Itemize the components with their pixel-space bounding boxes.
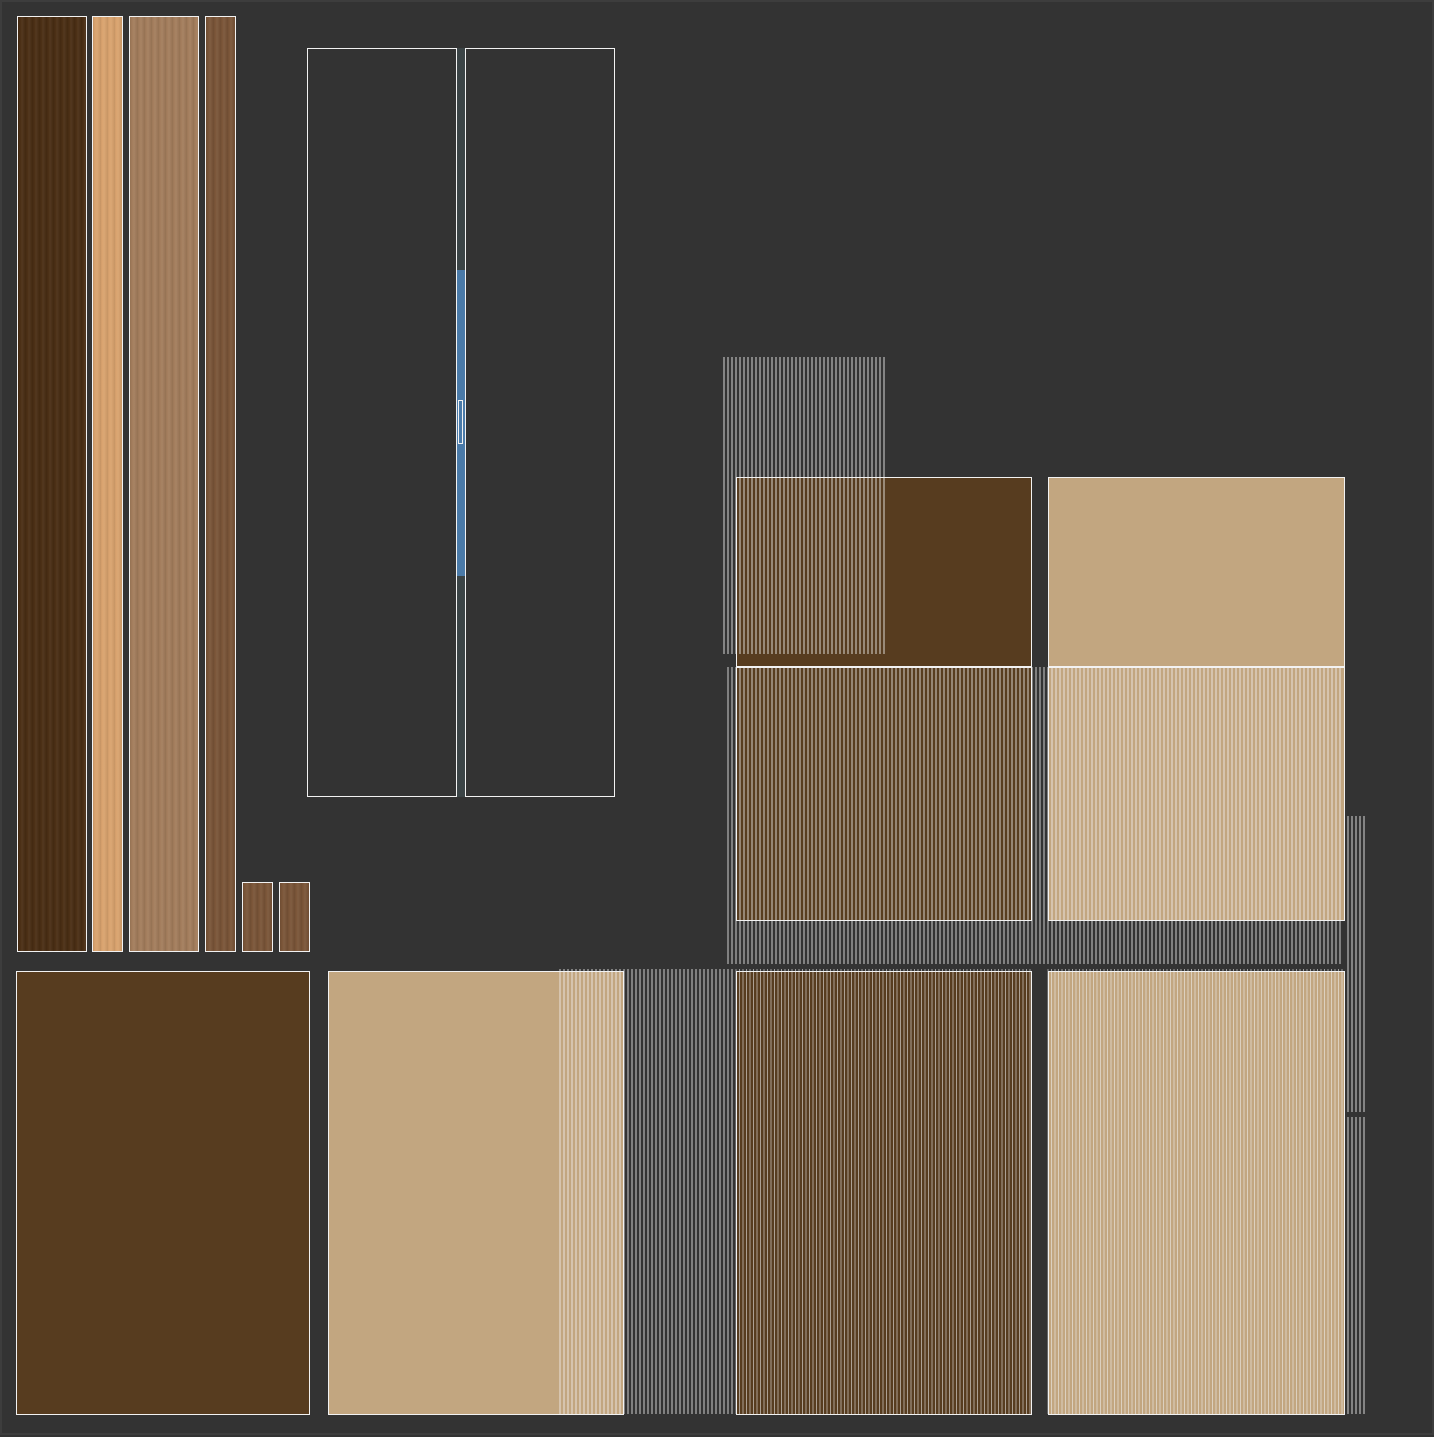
uv-slat-wireframes (559, 357, 1365, 1414)
uv-layout-canvas (0, 0, 1434, 1435)
